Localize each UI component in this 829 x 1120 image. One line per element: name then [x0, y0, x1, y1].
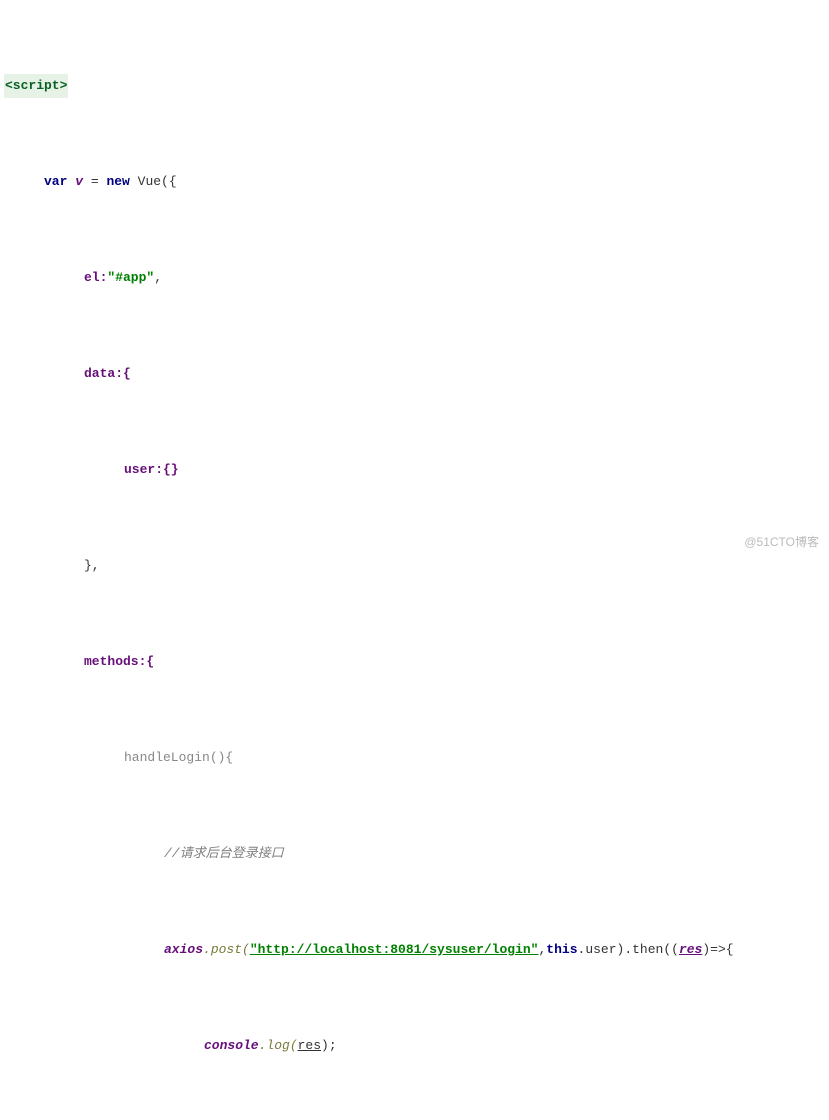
script-tag: <script> [4, 74, 68, 98]
key-el: el: [84, 266, 107, 290]
code-line: axios.post("http://localhost:8081/sysuse… [4, 938, 829, 962]
comma: , [154, 266, 162, 290]
url-string: "http://localhost:8081/sysuser/login" [250, 938, 539, 962]
arrow: )=>{ [702, 938, 733, 962]
code-line: }, [4, 554, 829, 578]
res-ref: res [298, 1034, 321, 1058]
code-line: console.log(res); [4, 1034, 829, 1058]
keyword-var: var [44, 170, 67, 194]
code-line: methods:{ [4, 650, 829, 674]
axios: axios [164, 938, 203, 962]
code-line: data:{ [4, 362, 829, 386]
keyword-new: new [106, 170, 129, 194]
code-editor[interactable]: <script> var v = new Vue({ el:"#app", da… [0, 0, 829, 1120]
semicolon: ); [321, 1034, 337, 1058]
assign: = [83, 170, 106, 194]
code-line: el:"#app", [4, 266, 829, 290]
watermark: @51CTO博客 [744, 530, 819, 554]
key-user: user:{} [124, 458, 179, 482]
comma: , [538, 938, 546, 962]
code-line: handleLogin(){ [4, 746, 829, 770]
key-methods: methods:{ [84, 650, 154, 674]
key-data: data:{ [84, 362, 131, 386]
comment: //请求后台登录接口 [164, 842, 284, 866]
code-line: <script> [4, 74, 829, 98]
var-name: v [75, 170, 83, 194]
func-handle-login: handleLogin(){ [124, 746, 233, 770]
string-app: "#app" [107, 266, 154, 290]
code-line: //请求后台登录接口 [4, 842, 829, 866]
code-line: var v = new Vue({ [4, 170, 829, 194]
close-brace: }, [84, 554, 100, 578]
log-call: .log( [259, 1034, 298, 1058]
then-call: .user).then(( [578, 938, 679, 962]
param-res: res [679, 938, 702, 962]
code-line: user:{} [4, 458, 829, 482]
console: console [204, 1034, 259, 1058]
vue-call: Vue({ [130, 170, 177, 194]
keyword-this: this [546, 938, 577, 962]
post-call: .post( [203, 938, 250, 962]
